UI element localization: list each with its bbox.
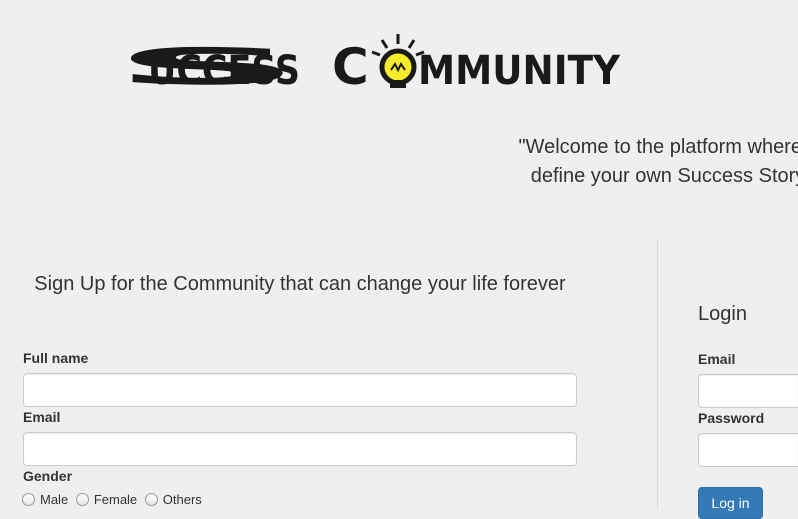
- gender-male-label: Male: [40, 492, 69, 507]
- welcome-tagline: "Welcome to the platform where y define …: [468, 133, 798, 191]
- password-input[interactable]: [698, 433, 798, 467]
- svg-text:MMUNITY: MMUNITY: [418, 48, 621, 90]
- signup-email-input[interactable]: [23, 432, 577, 466]
- tagline-line-1: "Welcome to the platform where y: [518, 136, 798, 158]
- svg-text:C: C: [332, 38, 369, 90]
- login-email-input[interactable]: [698, 374, 798, 408]
- fullname-input[interactable]: [23, 373, 577, 407]
- gender-option-male[interactable]: Male: [22, 492, 68, 507]
- tagline-line-2: define your own Success Story: [530, 165, 798, 187]
- radio-female[interactable]: [75, 493, 89, 506]
- gender-radio-group: Male Female Others: [22, 492, 206, 509]
- gender-female-label: Female: [93, 492, 138, 507]
- login-button[interactable]: Log in: [698, 487, 763, 519]
- gender-label: Gender: [23, 468, 73, 484]
- signup-email-label: Email: [23, 409, 61, 425]
- logo-graphic: S UCCESS C MMUNITY: [112, 34, 621, 90]
- gender-option-others[interactable]: Others: [144, 492, 202, 507]
- login-title: Login: [698, 303, 747, 325]
- fullname-label: Full name: [23, 350, 89, 366]
- radio-male[interactable]: [22, 493, 35, 506]
- svg-text:UCCESS: UCCESS: [148, 48, 300, 90]
- brand-logo: S UCCESS C MMUNITY: [112, 30, 622, 90]
- gender-option-female[interactable]: Female: [75, 492, 138, 507]
- lightbulb-icon: [371, 34, 425, 88]
- signup-title: Sign Up for the Community that can chang…: [34, 273, 566, 295]
- login-email-label: Email: [698, 351, 736, 367]
- column-divider: [657, 240, 658, 510]
- gender-others-label: Others: [162, 492, 202, 507]
- password-label: Password: [698, 410, 765, 426]
- radio-others[interactable]: [144, 493, 158, 506]
